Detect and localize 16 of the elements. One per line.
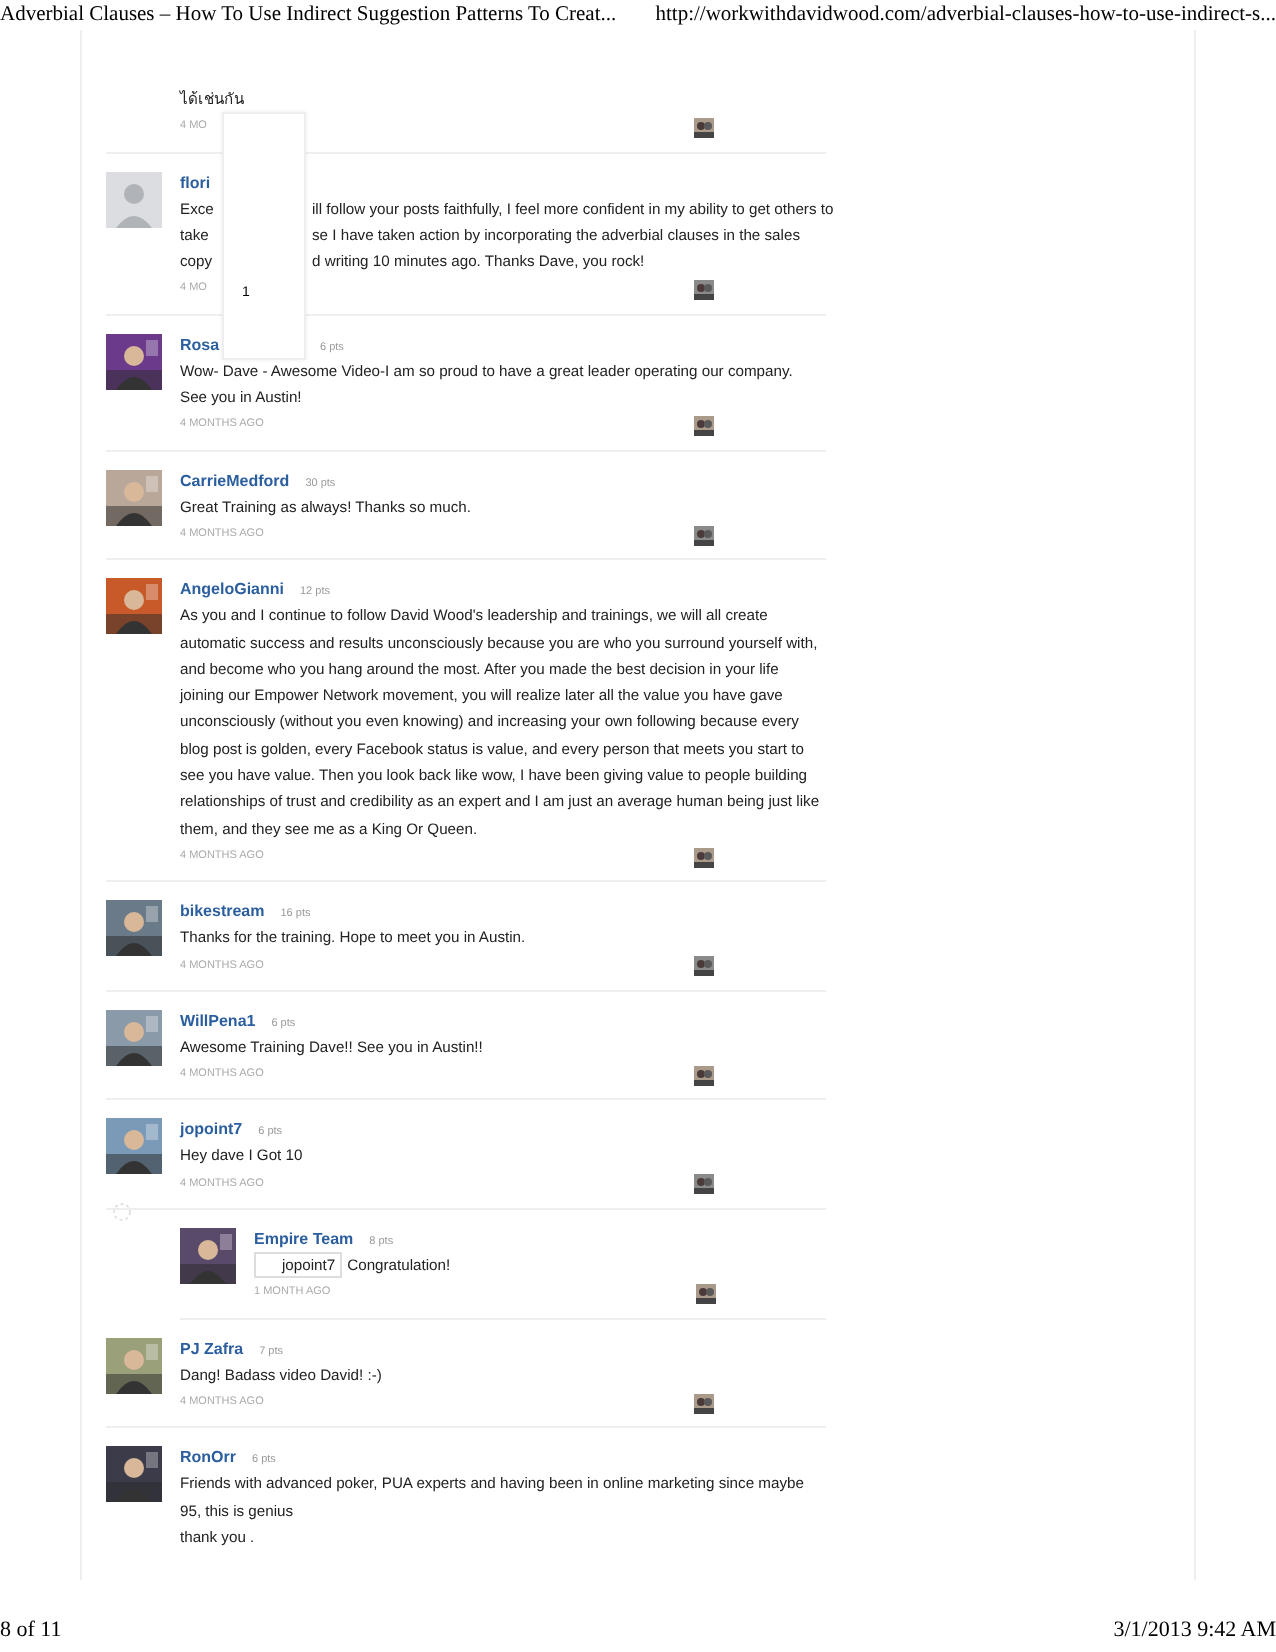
user-name[interactable]: CarrieMedford — [180, 467, 290, 494]
user-name[interactable]: jopoint7 — [180, 1116, 243, 1143]
user-name[interactable]: bikestream — [180, 898, 265, 925]
avatar-icon — [106, 171, 162, 228]
user-name[interactable]: WillPena1 — [180, 1007, 256, 1034]
spinner-icon — [112, 1202, 132, 1223]
user-name[interactable]: AngeloGianni — [180, 576, 284, 603]
user-name[interactable]: Rosa — [180, 331, 222, 358]
user-name[interactable]: Empire Team — [254, 1226, 354, 1253]
user-name[interactable]: flori — [180, 169, 222, 196]
page-number: 8 of 11 — [0, 1615, 62, 1645]
print-date: 3/1/2013 9:42 AM — [1113, 1615, 1276, 1645]
page-title: Adverbial Clauses – How To Use Indirect Suggestion Patterns To Creat... — [0, 2, 617, 30]
page-url: http://workwithdavidwood.com/adverbial-clauses-how-to-use-indirect-s... — [655, 2, 1276, 30]
user-name[interactable]: PJ Zafra — [180, 1335, 244, 1362]
user-name[interactable]: RonOrr — [180, 1444, 236, 1471]
